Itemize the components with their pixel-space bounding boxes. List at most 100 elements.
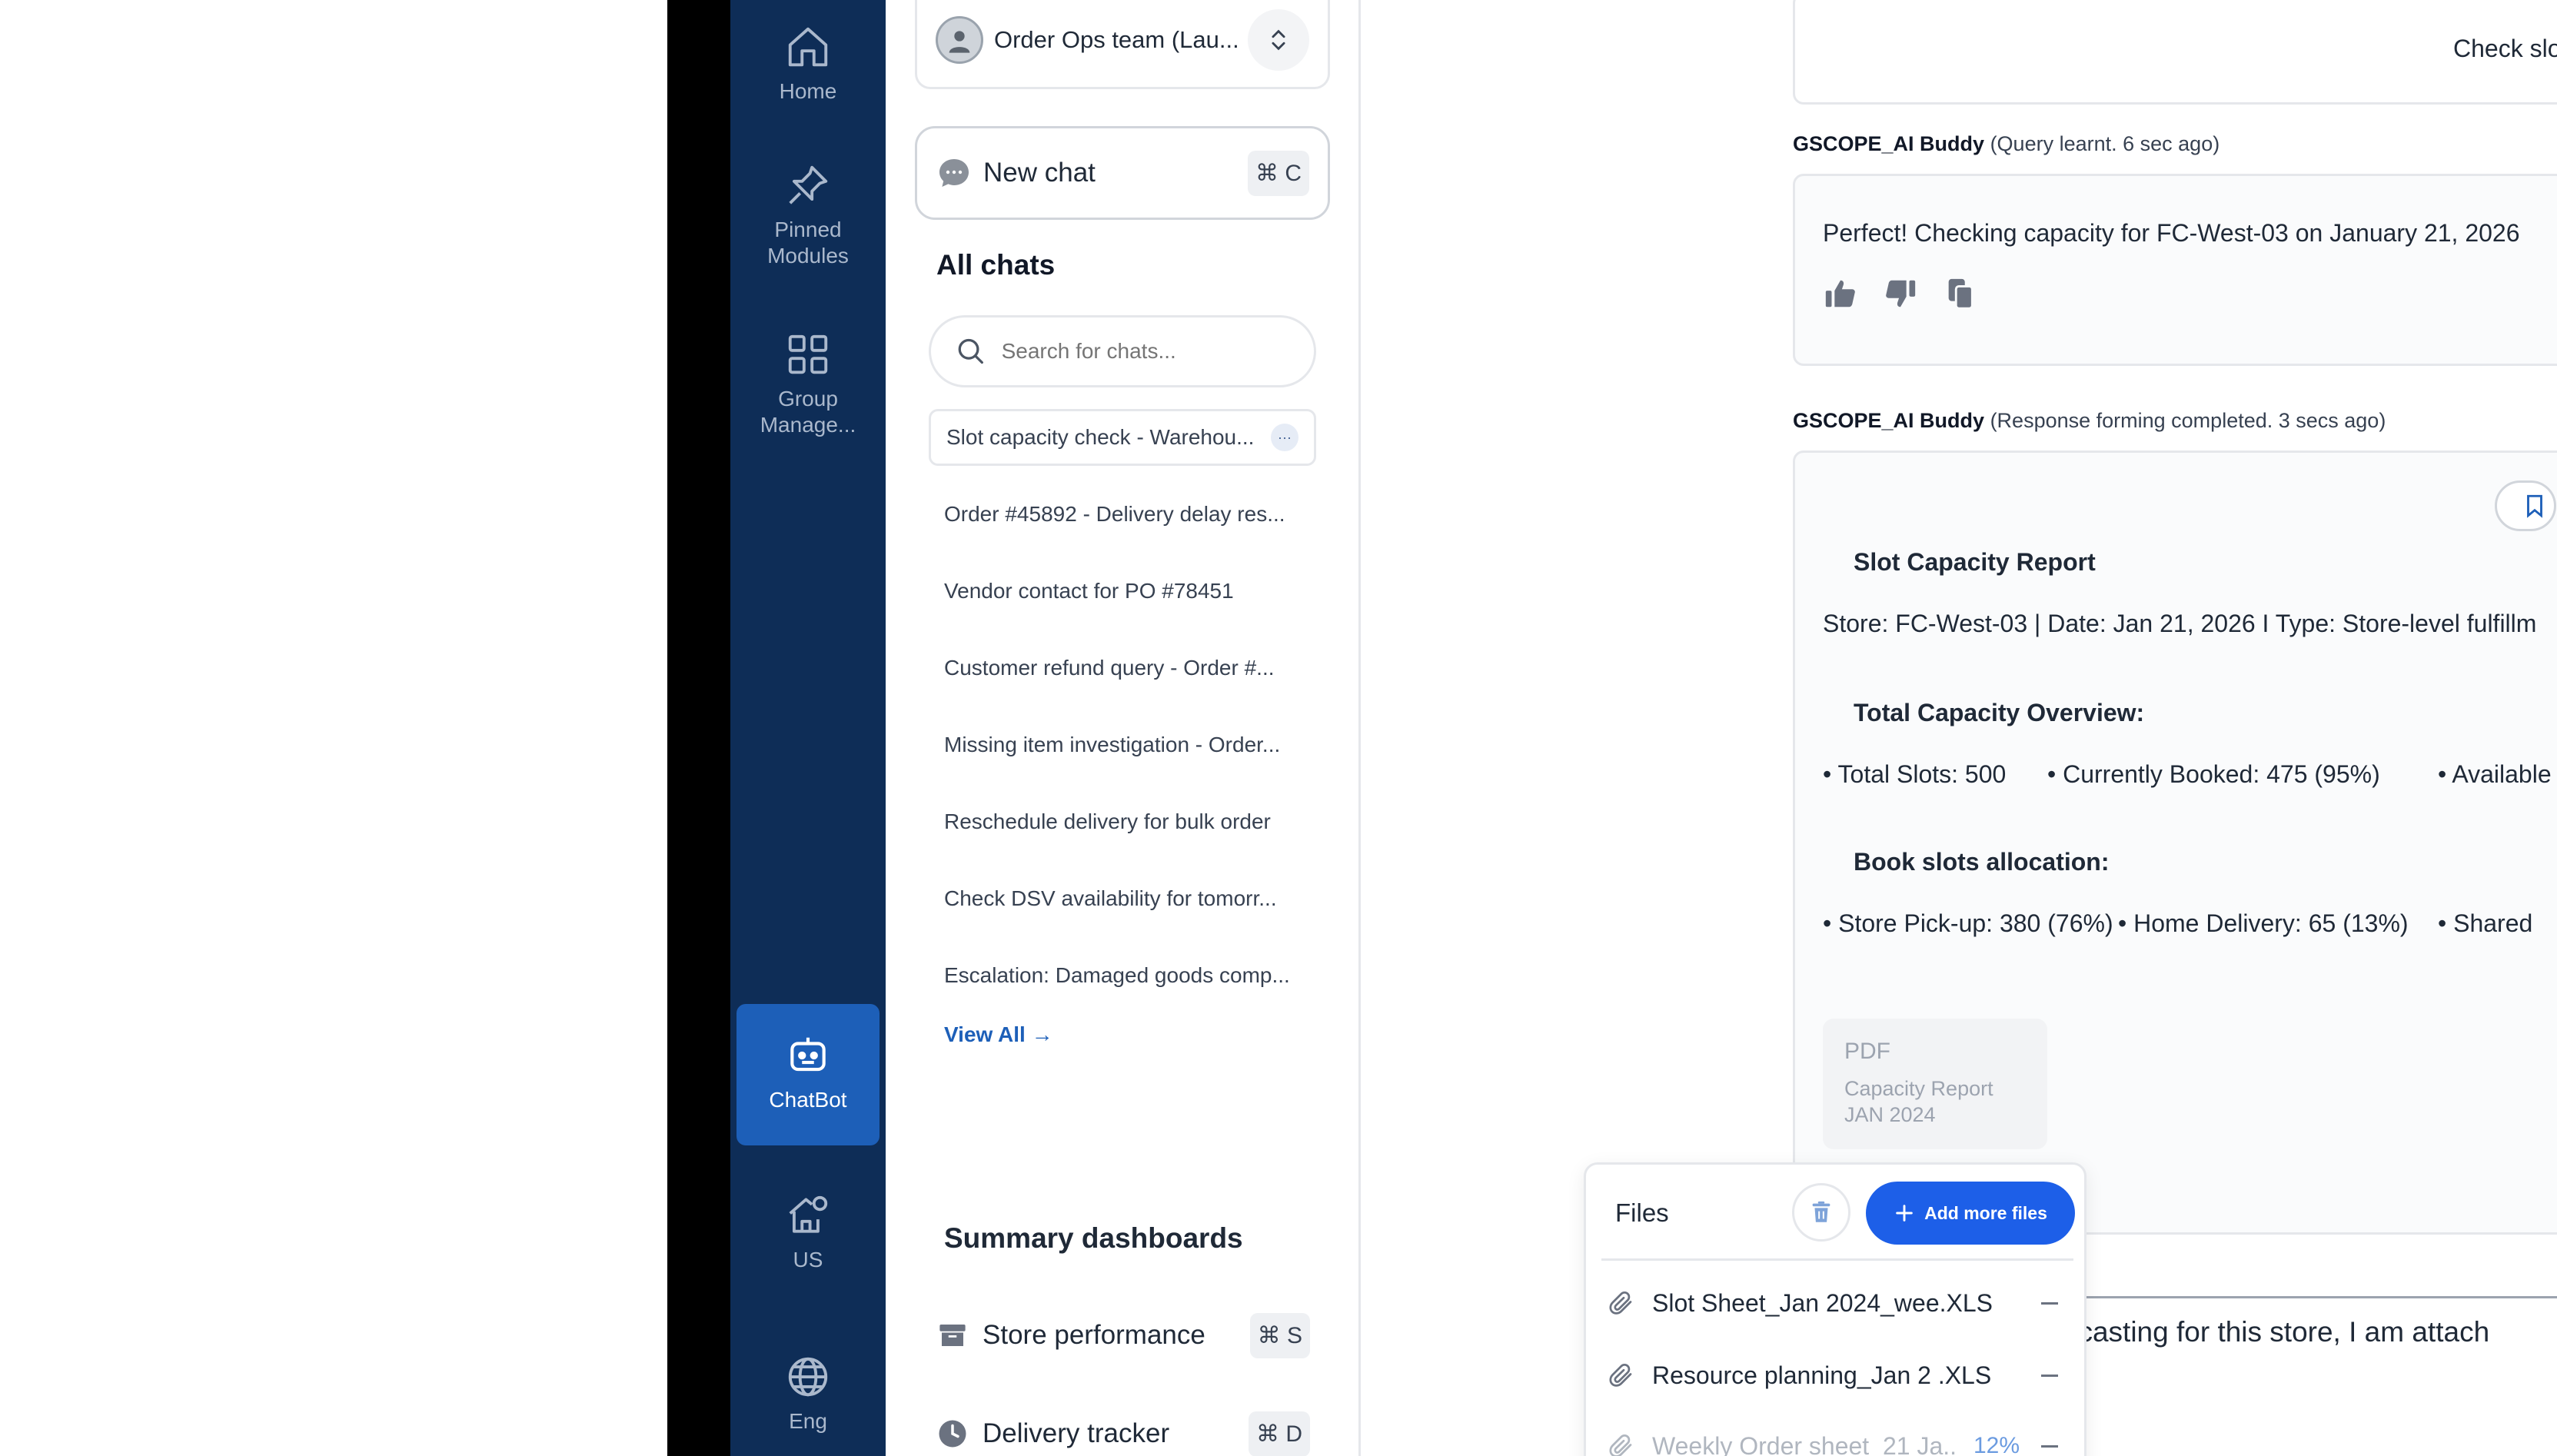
dashboard-item-store-performance[interactable]: Store performance ⌘ S: [936, 1308, 1310, 1362]
paperclip-icon: [1609, 1363, 1632, 1387]
overview-item: • Total Slots: 500: [1823, 760, 2007, 788]
file-name: Slot Sheet_Jan 2024_wee.XLS: [1652, 1288, 1993, 1317]
files-divider: [1601, 1258, 2073, 1261]
chat-item[interactable]: Order #45892 - Delivery delay res...: [929, 486, 1316, 543]
user-icon: [949, 30, 970, 53]
remove-file-icon[interactable]: [2041, 1444, 2058, 1448]
dashboard-item-delivery-tracker[interactable]: Delivery tracker ⌘ D: [936, 1407, 1310, 1456]
chat-search[interactable]: [929, 315, 1316, 387]
nav-item-group-manage[interactable]: Group Manage...: [737, 331, 879, 438]
bot-name: GSCOPE_AI Buddy: [1793, 409, 1985, 432]
add-more-files-label: Add more files: [1924, 1202, 2047, 1223]
dashboard-shortcut: ⌘ D: [1249, 1411, 1310, 1456]
chat-item-title: Vendor contact for PO #78451: [944, 579, 1234, 603]
clock-icon: [939, 1420, 966, 1448]
chat-item[interactable]: Missing item investigation - Order...: [929, 716, 1316, 773]
nav-label-eng: Eng: [789, 1409, 827, 1433]
pdf-attachment[interactable]: PDF Capacity Report JAN 2024: [1823, 1019, 2047, 1149]
add-more-files-button[interactable]: Add more files: [1866, 1182, 2075, 1245]
composer-input-text[interactable]: precasting for this store, I am attach: [2037, 1316, 2489, 1348]
remove-file-icon[interactable]: [2041, 1301, 2058, 1305]
nav-rail: Home Pinned Modules Group Manage... Chat…: [730, 0, 886, 1456]
chat-item-title: Reschedule delivery for bulk order: [944, 809, 1271, 833]
report-store-line: Store: FC-West-03 | Date: Jan 21, 2026 I…: [1823, 610, 2537, 637]
file-row: Slot Sheet_Jan 2024_wee.XLS: [1608, 1280, 2066, 1326]
chat-list-panel: Order Ops team (Lau... New chat ⌘ C All …: [886, 0, 1361, 1456]
report-title: Slot Capacity Report: [1854, 548, 2096, 576]
dashboard-shortcut: ⌘ S: [1249, 1312, 1310, 1358]
chat-item[interactable]: Escalation: Damaged goods comp...: [929, 947, 1316, 1004]
pdf-name: JAN 2024: [1844, 1103, 1936, 1126]
chat-item-title: Order #45892 - Delivery delay res...: [944, 502, 1285, 526]
team-switch-button[interactable]: [1248, 8, 1309, 71]
delete-files-button[interactable]: [1792, 1183, 1850, 1242]
chat-item[interactable]: Reschedule delivery for bulk order: [929, 793, 1316, 850]
overview-title: Total Capacity Overview:: [1854, 699, 2145, 726]
archive-box-icon: [939, 1325, 966, 1346]
nav-label-chatbot: ChatBot: [769, 1088, 847, 1112]
bot-message-meta: GSCOPE_AI Buddy (Response forming comple…: [1793, 409, 2386, 433]
chat-item[interactable]: Slot capacity check - Warehou... ···: [929, 409, 1316, 466]
view-all-link[interactable]: View All →: [944, 1022, 1053, 1047]
new-chat-button[interactable]: New chat ⌘ C: [915, 126, 1330, 220]
search-input[interactable]: [1001, 339, 1291, 364]
chat-item[interactable]: Customer refund query - Order #...: [929, 640, 1316, 696]
chevron-up-down-icon: [1272, 29, 1285, 50]
user-message-text: Check slo: [2453, 35, 2557, 62]
trash-icon: [1812, 1201, 1830, 1222]
chat-item-title: Slot capacity check - Warehou...: [946, 425, 1255, 449]
search-icon: [958, 338, 983, 364]
bot-status: (Response forming completed. 3 secs ago): [1990, 409, 2386, 432]
composer-divider: [2047, 1296, 2557, 1298]
file-row: Resource planning_Jan 2 .XLS: [1608, 1352, 2066, 1398]
chat-item[interactable]: Vendor contact for PO #78451: [929, 563, 1316, 620]
chat-item-title: Check DSV availability for tomorr...: [944, 886, 1277, 910]
thumbs-up-icon[interactable]: [1823, 276, 1858, 311]
window-edge: [667, 0, 730, 1456]
remove-file-icon[interactable]: [2041, 1374, 2058, 1377]
grid-icon: [788, 334, 828, 374]
pdf-name: Capacity Report: [1844, 1077, 1993, 1100]
nav-item-home[interactable]: Home: [737, 23, 879, 105]
store-location-icon: [789, 1195, 828, 1233]
paperclip-icon: [1609, 1434, 1632, 1456]
nav-item-region-us[interactable]: US: [737, 1192, 879, 1273]
team-name: Order Ops team (Lau...: [994, 25, 1239, 53]
nav-label-us: US: [793, 1248, 823, 1272]
bot-status: (Query learnt. 6 sec ago): [1990, 132, 2220, 155]
bookmark-button[interactable]: [2495, 480, 2556, 531]
user-message: Check slo: [1793, 0, 2557, 105]
upload-progress: 12%: [1973, 1433, 2020, 1456]
bot-message-meta: GSCOPE_AI Buddy (Query learnt. 6 sec ago…: [1793, 132, 2220, 156]
files-popover: Files Add more files Slot Sheet_Jan 2024…: [1584, 1162, 2086, 1456]
nav-item-language[interactable]: Eng: [737, 1353, 879, 1434]
thumbs-down-icon[interactable]: [1883, 276, 1918, 311]
summary-dashboards-heading: Summary dashboards: [944, 1222, 1243, 1254]
paperclip-icon: [1609, 1291, 1632, 1315]
nav-item-chatbot[interactable]: ChatBot: [737, 1004, 879, 1145]
file-row-uploading: Weekly Order sheet_21 Ja.. 12%: [1608, 1423, 2066, 1456]
pdf-type: PDF: [1844, 1039, 1890, 1064]
dashboard-label: Delivery tracker: [983, 1418, 1170, 1448]
chat-item-title: Customer refund query - Order #...: [944, 656, 1275, 680]
chat-item-title: Missing item investigation - Order...: [944, 733, 1281, 756]
copy-icon[interactable]: [1943, 276, 1978, 311]
new-chat-shortcut: ⌘ C: [1248, 150, 1309, 196]
bot-name: GSCOPE_AI Buddy: [1793, 132, 1985, 155]
nav-label-group-manage: Group Manage...: [760, 387, 856, 437]
all-chats-heading: All chats: [936, 249, 1056, 281]
more-options-icon[interactable]: ···: [1271, 424, 1298, 451]
overview-item: • Currently Booked: 475 (95%): [2047, 760, 2380, 788]
avatar: [936, 15, 983, 64]
dashboard-label: Store performance: [983, 1320, 1205, 1350]
nav-item-pinned-modules[interactable]: Pinned Modules: [737, 161, 879, 269]
plus-icon: [1896, 1205, 1913, 1222]
file-name: Weekly Order sheet_21 Ja..: [1652, 1431, 1957, 1456]
allocation-item: • Home Delivery: 65 (13%): [2118, 909, 2409, 937]
files-title: Files: [1615, 1198, 1669, 1227]
team-selector[interactable]: Order Ops team (Lau...: [915, 0, 1330, 89]
allocation-item: • Store Pick-up: 380 (76%): [1823, 909, 2113, 937]
bookmark-icon: [2527, 494, 2542, 518]
chat-item[interactable]: Check DSV availability for tomorr...: [929, 870, 1316, 927]
allocation-title: Book slots allocation:: [1854, 848, 2110, 876]
